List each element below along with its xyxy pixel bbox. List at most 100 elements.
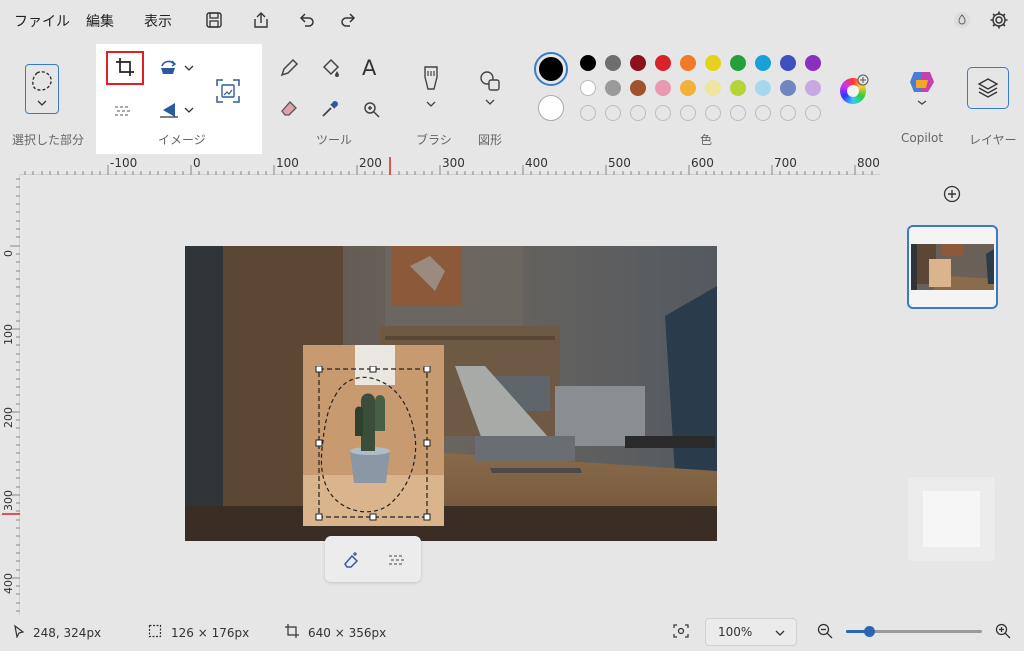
ruler-label: 200: [359, 156, 382, 170]
resize-handle[interactable]: [423, 513, 431, 521]
color-swatch-white[interactable]: [580, 80, 596, 96]
color-swatch-orange[interactable]: [680, 55, 696, 71]
canvas-image[interactable]: [185, 246, 717, 541]
image-group-label: イメージ: [158, 133, 206, 147]
text-tool-icon[interactable]: A: [362, 56, 376, 80]
color-swatch-cream[interactable]: [705, 80, 721, 96]
primary-color-button[interactable]: [534, 52, 568, 86]
fit-to-window-icon[interactable]: [673, 624, 689, 638]
resize-image-icon[interactable]: [214, 77, 242, 105]
selection-marquee[interactable]: [315, 366, 433, 522]
color-swatch-green[interactable]: [730, 55, 746, 71]
ruler-label: 100: [276, 156, 299, 170]
copilot-icon[interactable]: [908, 68, 936, 108]
color-swatch-lime[interactable]: [730, 80, 746, 96]
resize-handle[interactable]: [423, 366, 431, 373]
tools-group-label: ツール: [316, 133, 353, 147]
menu-file[interactable]: ファイル: [14, 11, 70, 31]
custom-color-slot[interactable]: [630, 105, 646, 121]
flip-chevron-icon[interactable]: [184, 106, 194, 114]
ruler-label: -100: [110, 156, 138, 170]
color-swatch-brown[interactable]: [630, 80, 646, 96]
color-swatch-light-gray[interactable]: [605, 80, 621, 96]
color-swatch-gold[interactable]: [680, 80, 696, 96]
custom-color-slot[interactable]: [605, 105, 621, 121]
color-swatch-purple[interactable]: [805, 55, 821, 71]
selection-tool-button[interactable]: [25, 64, 59, 114]
brush-icon[interactable]: [420, 64, 442, 112]
rotate-icon[interactable]: [158, 58, 180, 78]
cursor-position-icon: [14, 624, 25, 638]
desk-photo: [185, 246, 717, 541]
flip-icon[interactable]: [158, 100, 180, 120]
menu-bar: ファイル 編集 表示: [0, 0, 1024, 40]
chevron-down-icon: [37, 100, 47, 106]
settings-gear-icon[interactable]: [989, 10, 1009, 30]
menu-view[interactable]: 表示: [144, 11, 172, 31]
eraser-icon[interactable]: [279, 99, 299, 117]
color-swatch-blue[interactable]: [780, 55, 796, 71]
menu-edit[interactable]: 編集: [86, 11, 114, 31]
color-swatch-yellow[interactable]: [705, 55, 721, 71]
account-icon[interactable]: [953, 11, 971, 29]
resize-handle[interactable]: [315, 439, 323, 447]
selection-size: 126 × 176px: [171, 626, 250, 640]
color-swatch-gray[interactable]: [605, 55, 621, 71]
color-swatch-slate-blue[interactable]: [780, 80, 796, 96]
transparent-layer-preview: [908, 477, 995, 561]
ruler-label: 400: [2, 573, 15, 594]
secondary-color-button[interactable]: [538, 95, 564, 121]
zoom-in-icon[interactable]: [995, 623, 1011, 639]
pencil-icon[interactable]: [279, 58, 299, 78]
resize-handle[interactable]: [369, 366, 377, 373]
custom-color-slot[interactable]: [705, 105, 721, 121]
custom-color-slot[interactable]: [730, 105, 746, 121]
color-swatch-cyan[interactable]: [755, 55, 771, 71]
zoom-out-icon[interactable]: [817, 623, 833, 639]
shapes-icon[interactable]: [478, 70, 502, 110]
ruler-label: 300: [2, 490, 15, 511]
remove-background-icon[interactable]: [113, 104, 133, 118]
color-swatch-red[interactable]: [655, 55, 671, 71]
resize-handle[interactable]: [315, 513, 323, 521]
layers-icon: [977, 78, 999, 98]
plus-icon: [857, 74, 869, 86]
resize-handle[interactable]: [369, 513, 377, 521]
zoom-select[interactable]: 100%: [705, 618, 797, 646]
custom-color-slot[interactable]: [680, 105, 696, 121]
custom-color-slot[interactable]: [805, 105, 821, 121]
custom-color-slot[interactable]: [780, 105, 796, 121]
resize-handle[interactable]: [423, 439, 431, 447]
canvas-size-icon: [285, 624, 299, 638]
zoom-value: 100%: [718, 625, 753, 639]
crop-button[interactable]: [106, 51, 144, 85]
custom-color-slot[interactable]: [755, 105, 771, 121]
color-swatch-lavender[interactable]: [805, 80, 821, 96]
ruler-label: 200: [2, 407, 15, 428]
save-icon[interactable]: [204, 10, 224, 30]
add-layer-icon[interactable]: [943, 185, 961, 203]
custom-color-slot[interactable]: [580, 105, 596, 121]
fill-bucket-icon[interactable]: [320, 57, 342, 79]
zoom-slider-thumb[interactable]: [864, 626, 875, 637]
color-swatch-dark-red[interactable]: [630, 55, 646, 71]
remove-background-icon[interactable]: [387, 553, 407, 567]
color-swatch-black[interactable]: [580, 55, 596, 71]
generative-erase-icon[interactable]: [341, 550, 361, 570]
color-swatch-pink[interactable]: [655, 80, 671, 96]
rotate-chevron-icon[interactable]: [184, 64, 194, 72]
color-picker-icon[interactable]: [320, 99, 340, 119]
colors-group-label: 色: [700, 133, 713, 147]
zoom-slider-track[interactable]: [846, 626, 982, 637]
share-icon[interactable]: [251, 10, 271, 30]
resize-handle[interactable]: [315, 366, 323, 373]
canvas-size: 640 × 356px: [308, 626, 387, 640]
redo-icon[interactable]: [338, 10, 358, 30]
custom-color-slot[interactable]: [655, 105, 671, 121]
magnifier-icon[interactable]: [362, 100, 382, 120]
layer-thumbnail[interactable]: [907, 225, 998, 309]
undo-icon[interactable]: [297, 10, 317, 30]
color-swatch-light-blue[interactable]: [755, 80, 771, 96]
layers-button[interactable]: [967, 67, 1009, 109]
copilot-group-label: Copilot: [901, 131, 944, 145]
